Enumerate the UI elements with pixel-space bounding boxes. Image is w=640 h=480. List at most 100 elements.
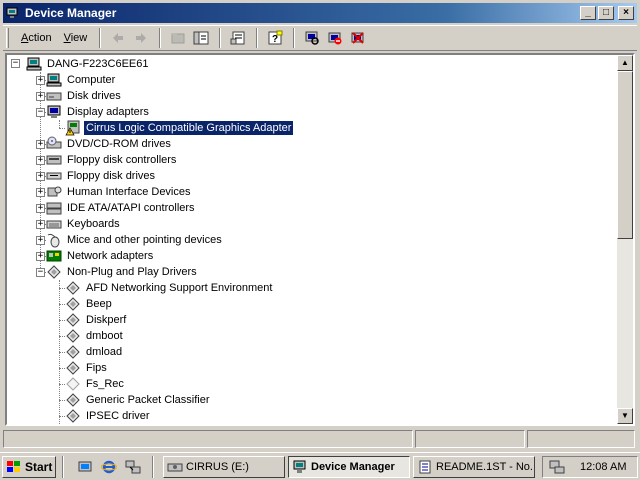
show-hide-tree-icon[interactable]	[190, 27, 212, 49]
driver-icon	[65, 392, 81, 408]
task-readme-notepad[interactable]: README.1ST - No...	[413, 455, 535, 478]
help-icon[interactable]: ?	[264, 27, 286, 49]
tree-device[interactable]: Fips	[65, 360, 109, 376]
display-adapter-icon	[46, 104, 62, 120]
tree-device[interactable]: dmload	[65, 344, 124, 360]
tree-category[interactable]: Disk drives	[46, 88, 123, 104]
tree-device[interactable]: AFD Networking Support Environment	[65, 280, 274, 296]
driver-icon	[65, 312, 81, 328]
tree-item-label: Generic Packet Classifier	[86, 394, 210, 406]
maximize-button[interactable]: □	[598, 6, 614, 20]
title-bar[interactable]: Device Manager _ □ ×	[3, 3, 637, 23]
expand-expander[interactable]: +	[36, 236, 45, 245]
tree-category[interactable]: IDE ATA/ATAPI controllers	[46, 200, 197, 216]
tree-category[interactable]: Floppy disk controllers	[46, 152, 178, 168]
properties-icon[interactable]	[227, 27, 249, 49]
tree-device[interactable]: Generic Packet Classifier	[65, 392, 212, 408]
show-desktop-icon[interactable]	[74, 456, 96, 478]
disable-device-icon[interactable]	[324, 27, 346, 49]
tree-device[interactable]: Fs_Rec	[65, 376, 126, 392]
task-cirrus-drive[interactable]: CIRRUS (E:)	[163, 455, 285, 478]
tree-item-label: Diskperf	[86, 314, 127, 326]
tree-item-label: DVD/CD-ROM drives	[67, 138, 171, 150]
menu-action[interactable]: Action	[15, 30, 58, 46]
quick-launch	[74, 456, 146, 478]
tree-item-label: Network adapters	[67, 250, 154, 262]
status-panel-3	[527, 430, 635, 448]
minimize-button[interactable]: _	[580, 6, 596, 20]
forward-icon[interactable]	[130, 27, 152, 49]
tree-connector	[59, 120, 60, 128]
expand-expander[interactable]: +	[36, 92, 45, 101]
tree-category[interactable]: Human Interface Devices	[46, 184, 193, 200]
clock[interactable]: 12:08 AM	[580, 461, 626, 473]
computer-icon	[26, 56, 42, 72]
expand-expander[interactable]: +	[36, 172, 45, 181]
expand-expander[interactable]: +	[36, 140, 45, 149]
tree-root-label: DANG-F223C6EE61	[47, 58, 149, 70]
computer-icon	[46, 72, 62, 88]
tree-category[interactable]: Floppy disk drives	[46, 168, 157, 184]
tree-category[interactable]: Computer	[46, 72, 117, 88]
vertical-scrollbar[interactable]: ▲ ▼	[617, 55, 633, 424]
tree-item-label: IPSEC driver	[86, 410, 150, 422]
tree-item-label: Cirrus Logic Compatible Graphics Adapter	[82, 120, 295, 136]
uninstall-device-icon[interactable]	[347, 27, 369, 49]
up-folder-icon[interactable]	[167, 27, 189, 49]
tree-device[interactable]: Beep	[65, 296, 114, 312]
mouse-icon	[46, 232, 62, 248]
collapse-expander[interactable]: −	[36, 268, 45, 277]
expand-expander[interactable]: +	[36, 188, 45, 197]
scroll-down-button[interactable]: ▼	[617, 408, 633, 424]
internet-explorer-icon[interactable]	[98, 456, 120, 478]
disk-drive-icon	[46, 88, 62, 104]
tree-device[interactable]: Diskperf	[65, 312, 128, 328]
expand-expander[interactable]: +	[36, 252, 45, 261]
start-button[interactable]: Start	[2, 455, 56, 478]
device-tree[interactable]: − DANG-F223C6EE61 + Computer + Disk drives −…	[7, 55, 619, 424]
task-device-manager[interactable]: Device Manager	[288, 455, 410, 478]
tree-category[interactable]: Network adapters	[46, 248, 155, 264]
toolbar-separator	[219, 28, 222, 48]
drive-icon	[167, 459, 183, 475]
tree-device[interactable]: IPSEC driver	[65, 408, 152, 424]
collapse-expander[interactable]: −	[11, 59, 20, 68]
expand-expander[interactable]: +	[36, 76, 45, 85]
back-icon[interactable]	[107, 27, 129, 49]
expand-expander[interactable]: +	[36, 220, 45, 229]
tree-category[interactable]: Display adapters	[46, 104, 151, 120]
tree-category[interactable]: Keyboards	[46, 216, 122, 232]
status-panel-2	[415, 430, 525, 448]
status-panel-main	[3, 430, 413, 448]
hid-icon	[46, 184, 62, 200]
network-tray-icon[interactable]	[549, 459, 565, 475]
toolbar-grip[interactable]	[6, 28, 9, 48]
expand-expander[interactable]: +	[36, 156, 45, 165]
scroll-up-button[interactable]: ▲	[617, 55, 633, 71]
scan-hardware-icon[interactable]	[301, 27, 323, 49]
expand-expander[interactable]: +	[36, 204, 45, 213]
close-button[interactable]: ×	[618, 6, 634, 20]
driver-icon	[65, 408, 81, 424]
network-icon[interactable]	[122, 456, 144, 478]
tree-device[interactable]: Cirrus Logic Compatible Graphics Adapter	[65, 120, 295, 136]
toolbar-separator	[159, 28, 162, 48]
svg-text:?: ?	[272, 34, 278, 45]
driver-disabled-icon	[65, 376, 81, 392]
tree-category[interactable]: Mice and other pointing devices	[46, 232, 224, 248]
tree-root[interactable]: − DANG-F223C6EE61	[9, 56, 151, 72]
tree-item-label: Keyboards	[67, 218, 120, 230]
tree-category[interactable]: Non-Plug and Play Drivers	[46, 264, 199, 280]
toolbar-separator	[256, 28, 259, 48]
menu-view[interactable]: View	[58, 30, 94, 46]
tree-item-label: Fips	[86, 362, 107, 374]
tree-device[interactable]: dmboot	[65, 328, 125, 344]
collapse-expander[interactable]: −	[36, 108, 45, 117]
tree-category[interactable]: DVD/CD-ROM drives	[46, 136, 173, 152]
scroll-thumb[interactable]	[617, 71, 633, 239]
system-tray: 12:08 AM	[542, 455, 638, 478]
task-label: README.1ST - No...	[436, 460, 535, 473]
floppy-controller-icon	[46, 152, 62, 168]
device-tree-pane[interactable]: − DANG-F223C6EE61 + Computer + Disk drives −…	[5, 53, 635, 426]
tree-item-label: dmload	[86, 346, 123, 358]
